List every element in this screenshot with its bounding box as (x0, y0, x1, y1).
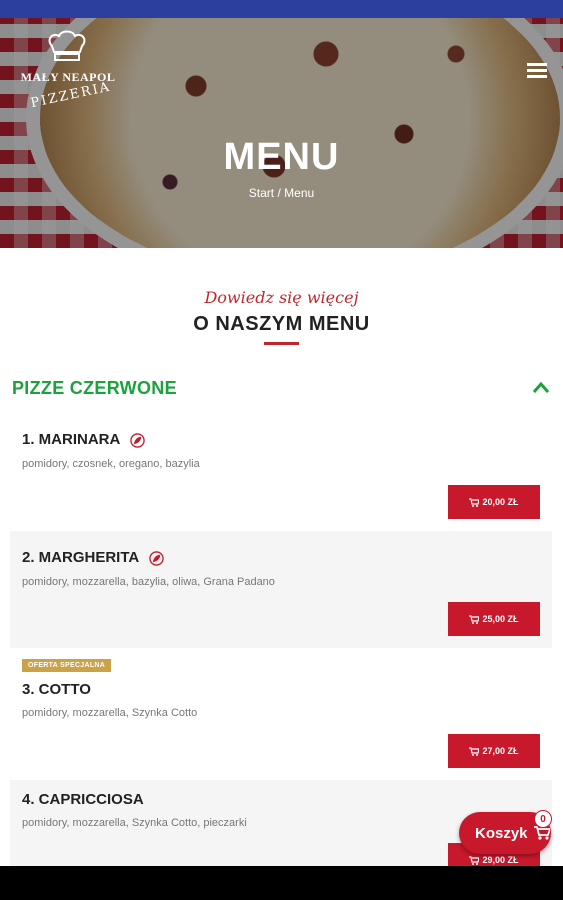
menu-item-name: 4. CAPRICCIOSA (22, 791, 144, 808)
cart-icon (469, 855, 480, 865)
category-toggle[interactable]: PIZZE CZERWONE (0, 368, 563, 410)
breadcrumb-current: Menu (284, 186, 315, 200)
vegan-leaf-icon (130, 432, 145, 448)
vegetarian-icon (149, 550, 164, 566)
menu-item-description: pomidory, mozzarella, Szynka Cotto, piec… (22, 817, 247, 829)
chef-hat-icon (48, 30, 86, 61)
status-bar (0, 0, 563, 18)
menu-item-description: pomidory, mozzarella, Szynka Cotto (22, 707, 198, 719)
add-to-cart-button[interactable]: 25,00 ZŁ (448, 602, 540, 636)
hero-banner: MAŁY NEAPOL PIZZERIA MENU Start / Menu (0, 18, 563, 248)
hamburger-menu-icon[interactable] (527, 63, 547, 79)
menu-item: 1. MARINARA pomidory, czosnek, oregano, … (10, 413, 552, 531)
menu-item: OFERTA SPECJALNA 3. COTTO pomidory, mozz… (10, 648, 552, 780)
menu-item: 2. MARGHERITA pomidory, mozzarella, bazy… (10, 531, 552, 648)
menu-item-description: pomidory, czosnek, oregano, bazylia (22, 458, 200, 470)
section-title: O NASZYM MENU (193, 313, 370, 335)
menu-item-name: 2. MARGHERITA (22, 549, 164, 566)
menu-item-name: 1. MARINARA (22, 431, 145, 448)
cart-icon (469, 497, 480, 507)
chevron-up-icon (532, 381, 550, 393)
cart-count-badge: 0 (534, 810, 552, 828)
cart-icon (469, 746, 480, 756)
intro-script-text: Dowiedz się więcej (204, 288, 359, 307)
cart-label: Koszyk (475, 824, 528, 842)
special-offer-badge: OFERTA SPECJALNA (22, 659, 112, 672)
cart-icon (469, 614, 480, 624)
category-title: PIZZE CZERWONE (12, 378, 177, 398)
logo[interactable]: MAŁY NEAPOL PIZZERIA (18, 30, 118, 125)
title-underline (264, 342, 299, 345)
breadcrumb-start-link[interactable]: Start (249, 186, 274, 200)
menu-item-name: 3. COTTO (22, 681, 91, 698)
breadcrumb: Start / Menu (0, 186, 563, 200)
breadcrumb-separator: / (277, 186, 281, 200)
system-navigation-bar (0, 866, 563, 900)
add-to-cart-button[interactable]: 20,00 ZŁ (448, 485, 540, 519)
page-title: MENU (223, 136, 340, 178)
cart-icon (533, 826, 550, 840)
add-to-cart-button[interactable]: 27,00 ZŁ (448, 734, 540, 768)
menu-item-description: pomidory, mozzarella, bazylia, oliwa, Gr… (22, 576, 275, 588)
